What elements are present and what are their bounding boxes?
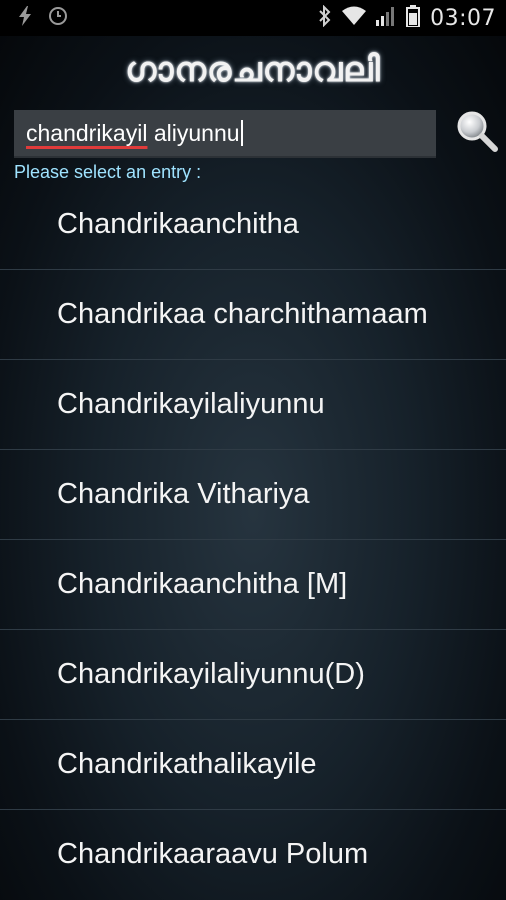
text-caret xyxy=(240,119,243,146)
wifi-icon xyxy=(342,6,367,30)
app-screen: ഗാനരചനാവലി chandrikayil aliyunnu Please … xyxy=(0,36,506,900)
charging-icon xyxy=(18,6,32,30)
entry-list: Chandrikaanchitha Chandrikaa charchitham… xyxy=(0,180,506,899)
search-button[interactable] xyxy=(452,108,502,158)
list-item-label: Chandrikaanchitha xyxy=(57,208,299,240)
list-item-label: Chandrikaa charchithamaam xyxy=(57,298,428,330)
list-item[interactable]: Chandrikayilaliyunnu(D) xyxy=(0,629,506,719)
status-time: 03:07 xyxy=(430,5,496,31)
list-item[interactable]: Chandrikathalikayile xyxy=(0,719,506,809)
search-input-misspelled-word: chandrikayil xyxy=(26,119,148,146)
search-input[interactable]: chandrikayil aliyunnu xyxy=(14,110,436,158)
list-item[interactable]: Chandrikaanchitha xyxy=(0,180,506,269)
list-item-label: Chandrika Vithariya xyxy=(57,478,310,510)
list-item-label: Chandrikaanchitha [M] xyxy=(57,568,348,600)
signal-icon xyxy=(376,6,396,30)
list-item[interactable]: Chandrikaanchitha [M] xyxy=(0,539,506,629)
list-item-label: Chandrikayilaliyunnu(D) xyxy=(57,658,365,690)
battery-icon xyxy=(406,5,421,31)
list-item[interactable]: Chandrikaa charchithamaam xyxy=(0,269,506,359)
app-title: ഗാനരചനാവലി xyxy=(125,50,381,90)
list-item[interactable]: Chandrikaaraavu Polum xyxy=(0,809,506,899)
list-item-label: Chandrikaaraavu Polum xyxy=(57,838,369,870)
list-item-label: Chandrikathalikayile xyxy=(57,748,317,780)
search-input-value: chandrikayil aliyunnu xyxy=(26,119,243,147)
status-bar: 03:07 xyxy=(0,0,506,36)
list-item-label: Chandrikayilaliyunnu xyxy=(57,388,325,420)
search-input-value-rest: aliyunnu xyxy=(147,119,240,146)
search-icon xyxy=(455,109,499,157)
clock-alarm-icon xyxy=(48,6,68,30)
list-item[interactable]: Chandrika Vithariya xyxy=(0,449,506,539)
list-item[interactable]: Chandrikayilaliyunnu xyxy=(0,359,506,449)
bluetooth-icon xyxy=(318,4,332,31)
